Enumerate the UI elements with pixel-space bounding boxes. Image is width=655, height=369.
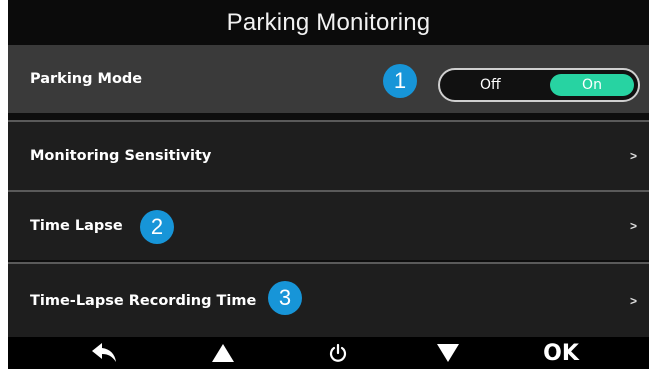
menu-row-label: Time Lapse bbox=[30, 218, 123, 234]
back-button[interactable] bbox=[80, 337, 130, 369]
down-triangle-icon bbox=[437, 344, 459, 362]
callout-badge-3: 3 bbox=[268, 281, 302, 315]
bottom-nav-bar: OK bbox=[8, 337, 649, 369]
chevron-right-icon: > bbox=[629, 293, 637, 308]
callout-badge-1: 1 bbox=[383, 64, 417, 98]
menu-row-time-lapse[interactable]: Time Lapse > bbox=[8, 192, 649, 260]
callout-badge-2: 2 bbox=[140, 210, 174, 244]
chevron-right-icon: > bbox=[629, 219, 637, 233]
power-button[interactable] bbox=[313, 337, 363, 369]
menu-row-time-lapse-recording-time[interactable]: Time-Lapse Recording Time > bbox=[8, 264, 649, 337]
screen: Parking Monitoring Parking Mode 1 Off On… bbox=[8, 0, 649, 369]
menu-row-label: Parking Mode bbox=[30, 71, 143, 87]
parking-mode-toggle[interactable]: Off On bbox=[438, 68, 640, 102]
menu-row-label: Time-Lapse Recording Time bbox=[30, 292, 257, 309]
menu-row-monitoring-sensitivity[interactable]: Monitoring Sensitivity > bbox=[8, 122, 649, 190]
chevron-right-icon: > bbox=[629, 149, 637, 163]
down-button[interactable] bbox=[423, 337, 473, 369]
toggle-on-label[interactable]: On bbox=[550, 74, 634, 96]
up-button[interactable] bbox=[198, 337, 248, 369]
ok-button[interactable]: OK bbox=[531, 337, 591, 369]
page-title: Parking Monitoring bbox=[8, 0, 649, 45]
menu-row-label: Monitoring Sensitivity bbox=[30, 148, 212, 164]
back-arrow-icon bbox=[92, 343, 116, 362]
toggle-off-label[interactable]: Off bbox=[480, 70, 501, 100]
power-icon bbox=[329, 343, 347, 362]
up-triangle-icon bbox=[212, 344, 234, 362]
